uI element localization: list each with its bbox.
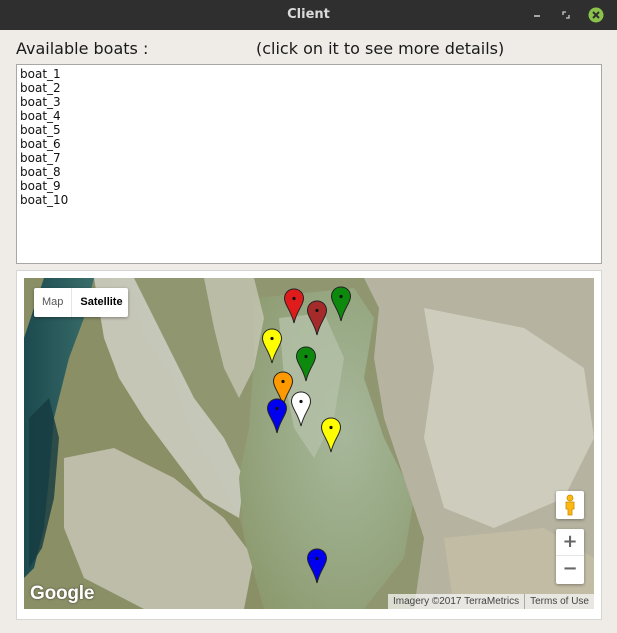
- map-pin-icon: [306, 300, 328, 336]
- map-pin-icon: [306, 548, 328, 584]
- window-title: Client: [287, 7, 330, 22]
- maximize-icon: [562, 11, 570, 19]
- close-button[interactable]: [587, 6, 605, 24]
- boats-header: Available boats : (click on it to see mo…: [16, 39, 606, 61]
- boat-marker[interactable]: [290, 391, 312, 427]
- minimize-button[interactable]: [529, 6, 547, 24]
- map-pin-icon: [295, 346, 317, 382]
- map-pin-icon: [266, 398, 288, 434]
- boat-list-item[interactable]: boat_1: [20, 67, 601, 81]
- boat-marker[interactable]: [306, 300, 328, 336]
- street-view-button[interactable]: [556, 491, 584, 519]
- map-pin-icon: [320, 417, 342, 453]
- boat-list-item[interactable]: boat_2: [20, 81, 601, 95]
- boat-marker[interactable]: [266, 398, 288, 434]
- zoom-in-button[interactable]: +: [556, 529, 584, 556]
- boat-marker[interactable]: [330, 286, 352, 322]
- close-icon: [588, 7, 604, 23]
- map-view[interactable]: Map Satellite + − Google Imagery ©2017 T…: [24, 278, 594, 609]
- map-type-map-button[interactable]: Map: [34, 288, 71, 317]
- imagery-credit: Imagery ©2017 TerraMetrics: [392, 596, 520, 607]
- title-bar: Client: [0, 0, 617, 30]
- client-window: Available boats : (click on it to see mo…: [0, 30, 617, 633]
- pegman-icon: [565, 494, 575, 516]
- map-frame: Map Satellite + − Google Imagery ©2017 T…: [16, 270, 602, 620]
- zoom-control: + −: [556, 529, 584, 584]
- map-pin-icon: [330, 286, 352, 322]
- boat-marker[interactable]: [306, 548, 328, 584]
- boat-list-item[interactable]: boat_5: [20, 123, 601, 137]
- maximize-button[interactable]: [557, 6, 575, 24]
- map-type-control: Map Satellite: [34, 288, 128, 317]
- map-pin-icon: [261, 328, 283, 364]
- boat-list-item[interactable]: boat_6: [20, 137, 601, 151]
- boat-list-item[interactable]: boat_3: [20, 95, 601, 109]
- map-pin-icon: [290, 391, 312, 427]
- click-hint-label: (click on it to see more details): [256, 39, 505, 58]
- boat-marker[interactable]: [320, 417, 342, 453]
- boat-marker[interactable]: [283, 288, 305, 324]
- boat-list-item[interactable]: boat_4: [20, 109, 601, 123]
- zoom-out-button[interactable]: −: [556, 556, 584, 583]
- boat-list-item[interactable]: boat_10: [20, 193, 601, 207]
- available-boats-label: Available boats :: [16, 39, 149, 58]
- map-attribution: Imagery ©2017 TerraMetrics Terms of Use: [387, 594, 594, 609]
- boat-list-item[interactable]: boat_8: [20, 165, 601, 179]
- terms-of-use-link[interactable]: Terms of Use: [524, 594, 594, 609]
- boats-list[interactable]: boat_1 boat_2 boat_3 boat_4 boat_5 boat_6 boat…: [16, 64, 602, 264]
- minimize-icon: [534, 15, 540, 17]
- boat-list-item[interactable]: boat_7: [20, 151, 601, 165]
- boat-marker[interactable]: [295, 346, 317, 382]
- map-type-satellite-button[interactable]: Satellite: [71, 288, 130, 317]
- google-logo: Google: [30, 583, 95, 604]
- boat-marker[interactable]: [261, 328, 283, 364]
- map-pin-icon: [283, 288, 305, 324]
- boat-list-item[interactable]: boat_9: [20, 179, 601, 193]
